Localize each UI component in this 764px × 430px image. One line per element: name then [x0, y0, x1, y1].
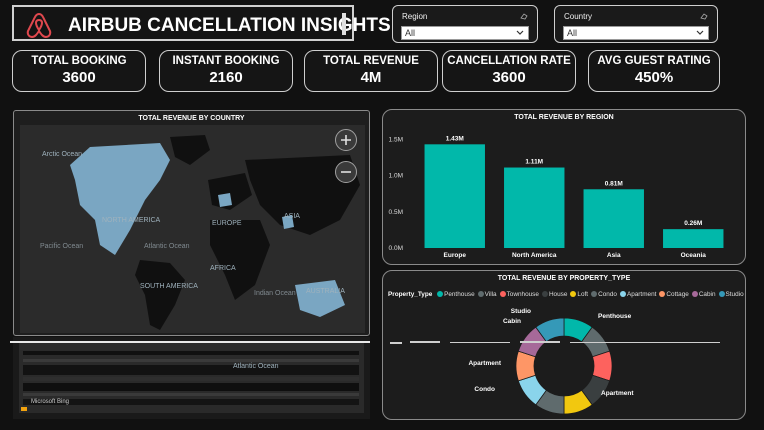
- map-label: AFRICA: [210, 265, 236, 272]
- map-title: TOTAL REVENUE BY COUNTRY: [138, 115, 245, 122]
- country-slicer[interactable]: Country All: [554, 5, 718, 43]
- airbnb-logo-icon: [26, 12, 52, 39]
- kpi-label: TOTAL BOOKING: [31, 55, 127, 67]
- map-label: Arctic Ocean: [42, 151, 83, 158]
- map-label: Atlantic Ocean: [233, 363, 279, 370]
- bar: [583, 189, 644, 248]
- chevron-down-icon: [696, 30, 704, 35]
- kpi-value: 2160: [209, 69, 243, 86]
- bar-data-label: 0.81M: [605, 180, 623, 187]
- bar: [504, 167, 565, 248]
- revenue-by-region-panel: TOTAL REVENUE BY REGION 0.0M 0.5M 1.0M 1.5M…: [382, 109, 746, 265]
- bar-data-label: 1.43M: [446, 135, 464, 142]
- country-dropdown[interactable]: All: [563, 26, 709, 40]
- world-map[interactable]: Arctic Ocean NORTH AMERICA EUROPE ASIA A…: [20, 125, 365, 333]
- plus-icon: [341, 135, 351, 145]
- donut-slice-label: Apartment: [601, 390, 634, 397]
- y-tick-label: 0.0M: [389, 245, 403, 252]
- zoom-out-button[interactable]: [335, 161, 357, 183]
- map-label: EUROPE: [212, 220, 242, 227]
- region-slicer-label: Region: [402, 12, 428, 21]
- minus-icon: [341, 171, 351, 173]
- x-tick-label: Asia: [607, 252, 621, 259]
- map-render-artifact: Atlantic Ocean Microsoft Bing: [13, 337, 370, 419]
- dashboard-title-box: AIRBUB CANCELLATION INSIGHTS: [12, 5, 391, 41]
- y-tick-label: 1.5M: [389, 136, 403, 143]
- map-attribution: Microsoft Bing: [31, 399, 70, 405]
- kpi-label: CANCELLATION RATE: [447, 55, 571, 67]
- country-slicer-label: Country: [564, 12, 593, 21]
- kpi-value: 3600: [492, 69, 526, 86]
- zoom-in-button[interactable]: [335, 129, 357, 151]
- map-label: SOUTH AMERICA: [140, 283, 198, 290]
- kpi-value: 450%: [634, 69, 674, 86]
- country-selected-value: All: [567, 28, 578, 38]
- kpi-value: 4M: [360, 69, 382, 86]
- map-label: ASIA: [284, 213, 300, 220]
- donut-slice-label: Cabin: [503, 318, 521, 325]
- y-tick-label: 0.5M: [389, 209, 403, 216]
- kpi-label: INSTANT BOOKING: [172, 55, 280, 67]
- donut-slice-label: Apartment: [468, 360, 501, 367]
- region-selected-value: All: [405, 28, 416, 38]
- map-label: Pacific Ocean: [40, 243, 84, 250]
- revenue-by-country-map-panel: TOTAL REVENUE BY COUNTRY Arctic Ocean NO…: [13, 110, 370, 336]
- bar-chart: 0.0M 0.5M 1.0M 1.5M 1.43M Europe 1.11M North Am…: [389, 135, 724, 259]
- render-glitch-line: [10, 341, 720, 344]
- clear-filter-icon[interactable]: [520, 12, 528, 20]
- kpi-total-revenue[interactable]: TOTAL REVENUE 4M: [304, 50, 438, 92]
- donut-slice-label: Penthouse: [598, 313, 632, 320]
- x-tick-label: North America: [512, 252, 557, 259]
- clear-filter-icon[interactable]: [700, 12, 708, 20]
- glitch-svg: [19, 343, 364, 413]
- map-label: Indian Ocean: [254, 290, 296, 297]
- bar: [663, 229, 724, 248]
- chevron-down-icon: [516, 30, 524, 35]
- title-cursor: [342, 13, 346, 35]
- x-tick-label: Europe: [444, 252, 467, 259]
- kpi-label: TOTAL REVENUE: [323, 55, 419, 67]
- kpi-total-booking[interactable]: TOTAL BOOKING 3600: [12, 50, 146, 92]
- kpi-instant-booking[interactable]: INSTANT BOOKING 2160: [159, 50, 293, 92]
- kpi-cancellation-rate[interactable]: CANCELLATION RATE 3600: [442, 50, 576, 92]
- region-dropdown[interactable]: All: [401, 26, 529, 40]
- kpi-avg-guest-rating[interactable]: AVG GUEST RATING 450%: [588, 50, 720, 92]
- bar-data-label: 0.26M: [684, 220, 702, 227]
- bar: [424, 144, 485, 248]
- map-label: Atlantic Ocean: [144, 243, 190, 250]
- x-tick-label: Oceania: [681, 252, 707, 259]
- map-label: AUSTRALIA: [306, 288, 345, 295]
- region-slicer[interactable]: Region All: [392, 5, 538, 43]
- map-label: NORTH AMERICA: [102, 217, 161, 224]
- donut-slice-label: Studio: [511, 308, 531, 315]
- bar-data-label: 1.11M: [525, 159, 543, 166]
- kpi-label: AVG GUEST RATING: [597, 55, 711, 67]
- donut-slice-label: Condo: [474, 386, 495, 393]
- map-region-europe-highlight: [218, 193, 232, 207]
- kpi-value: 3600: [62, 69, 96, 86]
- y-tick-label: 1.0M: [389, 173, 403, 180]
